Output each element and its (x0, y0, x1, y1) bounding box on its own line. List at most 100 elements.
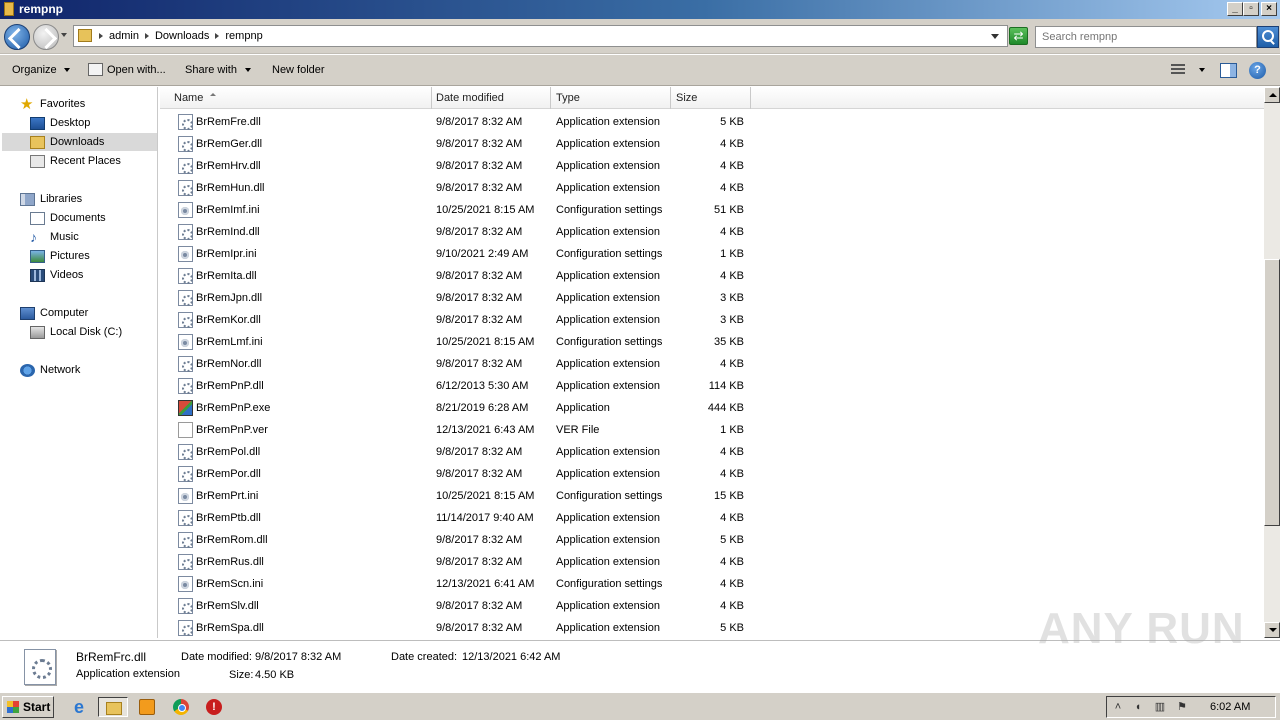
column-header-date[interactable]: Date modified (430, 87, 551, 109)
table-row[interactable]: BrRemScn.ini 12/13/2021 6:41 AM Configurat… (160, 573, 750, 595)
refresh-button[interactable]: ⇄ (1009, 27, 1028, 45)
dll-file-icon (178, 554, 193, 570)
nav-favorites[interactable]: ★ Favorites (20, 95, 85, 113)
nav-label: Favorites (40, 98, 86, 110)
nav-label: Downloads (50, 136, 105, 148)
search-icon[interactable] (1257, 26, 1279, 48)
nav-libraries[interactable]: Libraries (20, 190, 82, 208)
chevron-right-icon[interactable] (215, 33, 220, 39)
nav-pictures[interactable]: Pictures (30, 247, 90, 265)
size-cell: 4 KB (720, 512, 744, 524)
recent-pages-dropdown[interactable] (61, 33, 67, 37)
search-box[interactable] (1035, 26, 1257, 48)
nav-computer[interactable]: Computer (20, 304, 88, 322)
file-name-cell: BrRemNor.dll (196, 358, 262, 370)
open-with-button[interactable]: Open with... (107, 64, 166, 76)
breadcrumb-item[interactable]: rempnp (225, 30, 262, 42)
maximize-button[interactable]: ▫ (1243, 2, 1259, 16)
network-status-icon[interactable]: ▥ (1153, 701, 1167, 713)
chevron-right-icon[interactable] (144, 33, 149, 39)
table-row[interactable]: BrRemPnP.exe 8/21/2019 6:28 AM Application… (160, 397, 750, 419)
table-row[interactable]: BrRemHrv.dll 9/8/2017 8:32 AM Application … (160, 155, 750, 177)
table-row[interactable]: BrRemNor.dll 9/8/2017 8:32 AM Application … (160, 353, 750, 375)
dll-file-icon (178, 356, 193, 372)
type-cell: Configuration settings (556, 490, 663, 502)
table-row[interactable]: BrRemRom.dll 9/8/2017 8:32 AM Application … (160, 529, 750, 551)
file-name-cell: BrRemSlv.dll (196, 600, 259, 612)
dll-file-icon (178, 114, 193, 130)
table-row[interactable]: BrRemPnP.dll 6/12/2013 5:30 AM Application… (160, 375, 750, 397)
breadcrumb-item[interactable]: admin (109, 30, 139, 42)
help-icon[interactable]: ? (1249, 62, 1266, 79)
nav-videos[interactable]: Videos (30, 266, 83, 284)
chevron-down-icon[interactable] (64, 68, 70, 72)
search-input[interactable] (1036, 27, 1236, 47)
internet-explorer-icon[interactable]: e (68, 697, 90, 717)
nav-downloads[interactable]: Downloads (2, 133, 157, 151)
file-explorer-taskbar-button[interactable] (98, 697, 128, 717)
table-row[interactable]: BrRemRus.dll 9/8/2017 8:32 AM Application … (160, 551, 750, 573)
minimize-button[interactable]: _ (1227, 2, 1243, 16)
back-button[interactable] (4, 24, 30, 50)
chrome-icon[interactable] (171, 697, 193, 717)
table-row[interactable]: BrRemPor.dll 9/8/2017 8:32 AM Application … (160, 463, 750, 485)
nav-local-disk[interactable]: Local Disk (C:) (30, 323, 122, 341)
organize-button[interactable]: Organize (12, 64, 57, 76)
table-row[interactable]: BrRemImf.ini 10/25/2021 8:15 AM Configurat… (160, 199, 750, 221)
column-header-name[interactable]: Name (168, 87, 432, 109)
table-row[interactable]: BrRemFre.dll 9/8/2017 8:32 AM Application … (160, 111, 750, 133)
table-row[interactable]: BrRemPrt.ini 10/25/2021 8:15 AM Configurat… (160, 485, 750, 507)
clock[interactable]: 6:02 AM (1210, 701, 1250, 713)
column-header-size[interactable]: Size (670, 87, 751, 109)
view-options-icon[interactable] (1171, 64, 1185, 76)
table-row[interactable]: BrRemPnP.ver 12/13/2021 6:43 AM VER File 1 … (160, 419, 750, 441)
date-modified-cell: 9/8/2017 8:32 AM (436, 116, 523, 128)
nav-music[interactable]: ♪ Music (30, 228, 79, 246)
type-cell: Application extension (556, 160, 660, 172)
table-row[interactable]: BrRemGer.dll 9/8/2017 8:32 AM Application … (160, 133, 750, 155)
table-row[interactable]: BrRemSlv.dll 9/8/2017 8:32 AM Application … (160, 595, 750, 617)
scroll-up-button[interactable] (1264, 87, 1280, 103)
table-row[interactable]: BrRemHun.dll 9/8/2017 8:32 AM Application … (160, 177, 750, 199)
action-center-flag-icon[interactable]: ⚑ (1175, 701, 1189, 713)
table-row[interactable]: BrRemLmf.ini 10/25/2021 8:15 AM Configurat… (160, 331, 750, 353)
show-hidden-icons-icon[interactable]: ˄ (1111, 701, 1125, 713)
forward-button[interactable] (33, 24, 59, 50)
ver-file-icon (178, 422, 193, 438)
network-icon (20, 363, 35, 377)
table-row[interactable]: BrRemIta.dll 9/8/2017 8:32 AM Application … (160, 265, 750, 287)
address-dropdown[interactable] (991, 34, 999, 39)
share-with-button[interactable]: Share with (185, 64, 237, 76)
column-header-type[interactable]: Type (550, 87, 671, 109)
size-value: 4.50 KB (255, 669, 295, 681)
vertical-scrollbar[interactable] (1264, 87, 1280, 638)
breadcrumb-item[interactable]: Downloads (155, 30, 209, 42)
table-row[interactable]: BrRemPol.dll 9/8/2017 8:32 AM Application … (160, 441, 750, 463)
table-row[interactable]: BrRemJpn.dll 9/8/2017 8:32 AM Application … (160, 287, 750, 309)
chevron-down-icon[interactable] (1199, 68, 1205, 72)
nav-documents[interactable]: Documents (30, 209, 106, 227)
nav-desktop[interactable]: Desktop (30, 114, 90, 132)
title-bar[interactable]: rempnp _ ▫ × (0, 0, 1280, 19)
warning-app-icon[interactable] (204, 697, 226, 717)
scroll-down-button[interactable] (1264, 622, 1280, 638)
chevron-right-icon[interactable] (99, 33, 103, 39)
table-row[interactable]: BrRemInd.dll 9/8/2017 8:32 AM Application … (160, 221, 750, 243)
media-player-icon[interactable] (136, 697, 158, 717)
address-bar[interactable]: admin Downloads rempnp (73, 25, 1008, 47)
start-button[interactable]: Start (2, 696, 54, 718)
table-row[interactable]: BrRemKor.dll 9/8/2017 8:32 AM Application … (160, 309, 750, 331)
table-row[interactable]: BrRemSpa.dll 9/8/2017 8:32 AM Application … (160, 617, 750, 638)
nav-network[interactable]: Network (20, 361, 80, 379)
new-folder-button[interactable]: New folder (272, 64, 325, 76)
nav-recent-places[interactable]: Recent Places (30, 152, 121, 170)
scroll-thumb[interactable] (1264, 259, 1280, 526)
file-name-cell: BrRemIpr.ini (196, 248, 257, 260)
table-row[interactable]: BrRemIpr.ini 9/10/2021 2:49 AM Configurati… (160, 243, 750, 265)
close-button[interactable]: × (1261, 2, 1277, 16)
table-row[interactable]: BrRemPtb.dll 11/14/2017 9:40 AM Applicatio… (160, 507, 750, 529)
preview-pane-icon[interactable] (1220, 63, 1237, 78)
volume-icon[interactable]: ◖ (1131, 701, 1145, 713)
chevron-down-icon[interactable] (245, 68, 251, 72)
date-modified-cell: 11/14/2017 9:40 AM (436, 512, 534, 524)
